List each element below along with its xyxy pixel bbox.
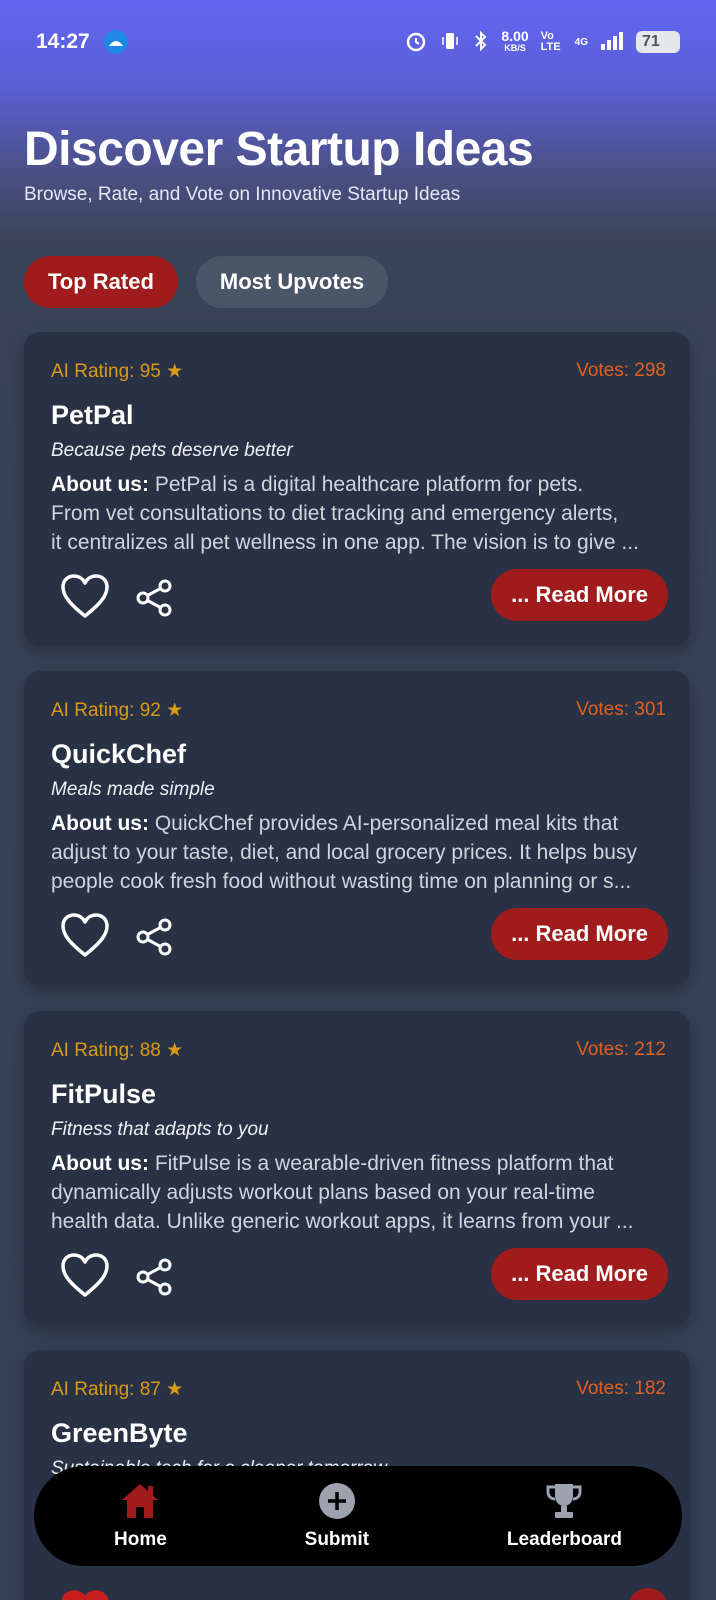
network-type: 4G <box>574 36 588 48</box>
like-heart-icon[interactable] <box>60 1253 110 1299</box>
share-icon[interactable] <box>134 1257 174 1297</box>
read-more-button[interactable]: ... Read More <box>491 569 668 621</box>
idea-tagline: Because pets deserve better <box>51 440 293 461</box>
read-more-button[interactable] <box>628 1588 668 1600</box>
page-title: Discover Startup Ideas <box>24 123 534 176</box>
nav-leaderboard[interactable]: Leaderboard <box>507 1481 622 1551</box>
idea-tagline: Fitness that adapts to you <box>51 1119 269 1140</box>
vote-count: Votes: 301 <box>576 699 666 720</box>
about-label: About us: <box>51 1152 149 1175</box>
idea-description: About us: FitPulse is a wearable-driven … <box>51 1152 634 1233</box>
battery-icon: 71 <box>636 31 680 53</box>
idea-card[interactable]: AI Rating: 95 ★ Votes: 298 PetPal Becaus… <box>24 332 690 646</box>
trophy-icon <box>544 1481 584 1521</box>
status-bar: 14:27 8.00 KB/S Vo LTE 4G 71 <box>0 0 716 84</box>
about-label: About us: <box>51 473 149 496</box>
like-heart-icon[interactable] <box>60 574 110 620</box>
ai-rating: AI Rating: 88 ★ <box>51 1040 184 1061</box>
status-time: 14:27 <box>36 30 90 53</box>
vote-count: Votes: 212 <box>576 1039 666 1060</box>
sort-tabs: Top Rated Most Upvotes <box>24 256 389 308</box>
app-notification-icon <box>103 30 128 54</box>
nav-home[interactable]: Home <box>114 1481 167 1551</box>
like-heart-icon[interactable] <box>60 913 110 959</box>
vote-count: Votes: 298 <box>576 360 666 381</box>
idea-tagline: Meals made simple <box>51 779 215 800</box>
nav-leaderboard-label: Leaderboard <box>506 1529 622 1550</box>
bluetooth-icon <box>473 30 489 55</box>
ai-rating: AI Rating: 92 ★ <box>51 700 184 721</box>
share-icon[interactable] <box>134 578 174 618</box>
status-icons: 8.00 KB/S Vo LTE 4G 71 <box>405 28 680 55</box>
idea-card[interactable]: AI Rating: 92 ★ Votes: 301 QuickChef Mea… <box>24 671 690 985</box>
about-label: About us: <box>51 812 149 835</box>
vote-count: Votes: 182 <box>576 1378 666 1399</box>
bottom-navigation: Home Submit Leaderboard <box>34 1466 682 1566</box>
idea-name: QuickChef <box>51 739 187 769</box>
like-heart-icon[interactable] <box>60 1590 110 1600</box>
volte-indicator: Vo LTE <box>540 30 561 53</box>
alarm-icon <box>405 30 427 55</box>
read-more-button[interactable]: ... Read More <box>491 1248 668 1300</box>
read-more-button[interactable]: ... Read More <box>491 908 668 960</box>
tab-most-upvotes[interactable]: Most Upvotes <box>195 256 389 308</box>
tab-top-rated[interactable]: Top Rated <box>24 256 178 308</box>
idea-description: About us: QuickChef provides AI-personal… <box>51 812 637 893</box>
idea-description: About us: PetPal is a digital healthcare… <box>51 473 639 554</box>
idea-name: PetPal <box>51 400 134 430</box>
idea-name: FitPulse <box>51 1079 157 1109</box>
idea-card[interactable]: AI Rating: 88 ★ Votes: 212 FitPulse Fitn… <box>24 1011 690 1325</box>
nav-home-label: Home <box>114 1529 167 1550</box>
plus-circle-icon <box>317 1481 357 1521</box>
share-icon[interactable] <box>134 917 174 957</box>
ai-rating: AI Rating: 87 ★ <box>51 1379 184 1400</box>
network-speed: 8.00 KB/S <box>501 28 529 53</box>
idea-name: GreenByte <box>51 1418 188 1448</box>
vibrate-icon <box>439 30 461 55</box>
nav-submit[interactable]: Submit <box>305 1481 369 1551</box>
ai-rating: AI Rating: 95 ★ <box>51 361 184 382</box>
nav-submit-label: Submit <box>304 1529 370 1550</box>
page-subtitle: Browse, Rate, and Vote on Innovative Sta… <box>24 184 461 205</box>
signal-icon <box>600 31 624 54</box>
home-icon <box>120 1481 160 1521</box>
